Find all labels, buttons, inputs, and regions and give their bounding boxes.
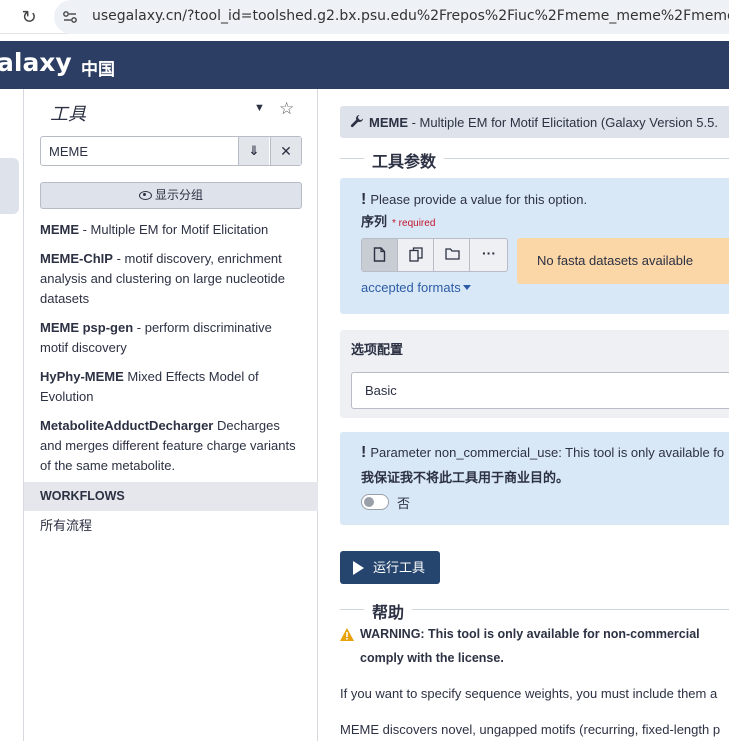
accepted-formats-label[interactable]: accepted formats: [361, 280, 461, 295]
show-sections-button[interactable]: 显示分组: [40, 182, 302, 209]
non-commercial-toggle[interactable]: [361, 494, 389, 510]
non-commercial-message: ! Parameter non_commercial_use: This tool…: [361, 444, 724, 462]
tool-title: MEME - Multiple EM for Motif Elicitation…: [369, 115, 718, 130]
tool-desc: - Multiple EM for Motif Elicitation: [79, 222, 269, 237]
panel-title: 工具: [50, 104, 86, 124]
param-label: 序列 * required: [361, 211, 435, 230]
tool-name[interactable]: MEME: [40, 222, 79, 237]
license-warning-line2: comply with the license.: [360, 651, 504, 665]
param-error-message: ! Please provide a value for this option.: [361, 191, 587, 209]
collection-button[interactable]: [434, 239, 470, 271]
tool-search: ⇓ ✕: [40, 136, 302, 166]
show-sections-label: 显示分组: [154, 188, 203, 202]
tool-header: MEME - Multiple EM for Motif Elicitation…: [340, 106, 729, 138]
more-options-button[interactable]: ···: [470, 239, 507, 271]
options-select[interactable]: Basic: [351, 372, 729, 409]
caret-down-icon[interactable]: ▼: [254, 102, 265, 114]
site-settings-icon[interactable]: [62, 9, 78, 25]
options-title: 选项配置: [351, 342, 404, 357]
help-paragraph: If you want to specify sequence weights,…: [340, 686, 718, 701]
ellipsis-icon: ···: [482, 245, 496, 261]
file-icon: [373, 247, 386, 262]
copy-icon: [409, 247, 423, 262]
eye-icon: [138, 191, 152, 200]
tool-item-meme-psp-gen[interactable]: MEME psp-gen - perform discriminative mo…: [40, 318, 302, 358]
wrench-icon: [350, 115, 363, 128]
sequence-param: ! Please provide a value for this option.…: [340, 178, 729, 314]
tool-name[interactable]: HyPhy-MEME: [40, 369, 124, 384]
brand-subtitle: 中国: [81, 60, 115, 79]
tool-search-input[interactable]: [41, 137, 237, 165]
tool-item-hyphy-meme[interactable]: HyPhy-MEME Mixed Effects Model of Evolut…: [40, 367, 302, 407]
run-tool-button[interactable]: 运行工具: [340, 551, 440, 584]
toggle-label: 否: [397, 496, 411, 511]
data-source-button-group: ···: [361, 238, 508, 272]
play-icon: [353, 561, 364, 575]
workflows-header[interactable]: WORKFLOWS: [24, 482, 318, 511]
param-error-text: Please provide a value for this option.: [370, 192, 588, 207]
tool-form: MEME - Multiple EM for Motif Elicitation…: [319, 89, 729, 741]
param-label-text: 序列: [361, 214, 388, 229]
activity-bar-item[interactable]: [0, 158, 19, 214]
warning-icon: [340, 628, 354, 641]
tool-item-meme[interactable]: MEME - Multiple EM for Motif Elicitation: [40, 220, 302, 240]
url-text[interactable]: usegalaxy.cn/?tool_id=toolshed.g2.bx.psu…: [92, 8, 729, 24]
exclamation-icon: !: [361, 444, 367, 461]
help-section-title: 帮助: [364, 599, 413, 623]
advanced-search-icon[interactable]: ⇓: [238, 137, 269, 165]
exclamation-icon: !: [361, 191, 367, 208]
masthead: alaxy 中国: [0, 41, 729, 89]
tool-name[interactable]: MEME-ChIP: [40, 251, 113, 266]
tool-panel: 工具 ▼ ☆ ⇓ ✕ 显示分组 MEME - Multiple EM for M…: [24, 89, 318, 741]
clear-search-icon[interactable]: ✕: [270, 137, 301, 165]
tool-list: MEME - Multiple EM for Motif Elicitation…: [40, 220, 302, 485]
help-paragraph: MEME discovers novel, ungapped motifs (r…: [340, 722, 721, 737]
non-commercial-param: ! Parameter non_commercial_use: This tool…: [340, 432, 729, 525]
options-card: 选项配置 Basic: [340, 330, 729, 418]
license-warning-line1: WARNING: This tool is only available for…: [360, 627, 700, 641]
multiple-datasets-button[interactable]: [398, 239, 434, 271]
tool-item-metabolite-adduct-decharger[interactable]: MetaboliteAdductDecharger Decharges and …: [40, 416, 302, 476]
brand-logo[interactable]: alaxy: [0, 48, 72, 77]
tool-title-name: MEME: [369, 115, 408, 130]
browser-toolbar: ↻ usegalaxy.cn/?tool_id=toolshed.g2.bx.p…: [0, 0, 729, 34]
params-section-title: 工具参数: [364, 148, 445, 172]
tool-name[interactable]: MEME psp-gen: [40, 320, 133, 335]
required-label: * required: [392, 218, 436, 229]
folder-icon: [445, 248, 460, 260]
no-datasets-warning: No fasta datasets available: [517, 238, 729, 284]
non-commercial-text: Parameter non_commercial_use: This tool …: [370, 445, 725, 460]
non-commercial-label: 我保证我不将此工具用于商业目的。: [361, 470, 570, 485]
single-dataset-button[interactable]: [362, 239, 398, 271]
caret-down-icon: [462, 285, 471, 290]
tool-item-meme-chip[interactable]: MEME-ChIP - motif discovery, enrichment …: [40, 249, 302, 309]
accepted-formats-toggle[interactable]: accepted formats: [361, 280, 471, 295]
tool-title-rest: - Multiple EM for Motif Elicitation (Gal…: [408, 115, 718, 130]
tool-name[interactable]: MetaboliteAdductDecharger: [40, 418, 213, 433]
star-icon[interactable]: ☆: [279, 99, 294, 119]
no-datasets-text: No fasta datasets available: [537, 253, 694, 268]
run-tool-label: 运行工具: [373, 560, 426, 575]
reload-icon[interactable]: ↻: [18, 6, 40, 28]
address-bar[interactable]: usegalaxy.cn/?tool_id=toolshed.g2.bx.psu…: [54, 0, 729, 34]
all-workflows-link[interactable]: 所有流程: [40, 515, 92, 534]
